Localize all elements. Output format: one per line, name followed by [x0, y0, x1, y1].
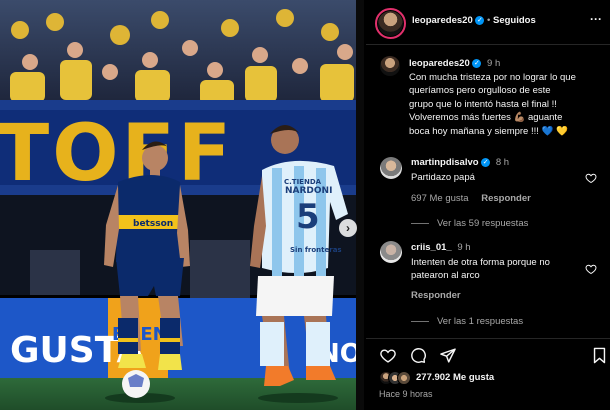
comment-username[interactable]: martinpdisalvo [411, 157, 479, 168]
comment-time: 9 h [457, 242, 471, 253]
verified-badge-icon: ✓ [475, 15, 485, 25]
banner-text: TOFF [0, 109, 234, 199]
post-image: TOFF GUSTA BUEN NOS betsson [0, 0, 364, 410]
post-side-panel: leoparedes20 ✓ • Seguidos ··· leoparedes… [366, 0, 610, 410]
view-replies-label: Ver las 59 respuestas [437, 218, 529, 229]
following-button[interactable]: Seguidos [493, 15, 536, 26]
caption-time: 9 h [487, 58, 501, 69]
view-replies-button[interactable]: Ver las 59 respuestas [411, 218, 528, 229]
comment-like-heart-icon[interactable] [585, 263, 597, 275]
racing-player-number: 5 [296, 197, 320, 237]
comment-avatar[interactable] [380, 241, 402, 263]
more-options-icon[interactable]: ··· [590, 12, 602, 26]
caption-line-5: boca hoy mañana y siempre !!! [409, 125, 539, 137]
comment-like-heart-icon[interactable] [585, 172, 597, 184]
likes-count[interactable]: 277.902 Me gusta [416, 372, 494, 383]
verified-badge-icon: ✓ [472, 58, 482, 68]
header-divider [366, 44, 610, 45]
comment-text: Partidazo papá [411, 172, 475, 183]
replies-divider-line [411, 222, 429, 224]
caption-line-4: Volveremos más fuertes 💪🏽 aguante [409, 112, 563, 124]
comment-avatar[interactable] [380, 157, 402, 179]
author-avatar[interactable] [375, 8, 406, 39]
replies-divider-line [411, 320, 429, 322]
liker-avatar [397, 371, 411, 385]
view-replies-button[interactable]: Ver las 1 respuestas [411, 316, 523, 327]
save-bookmark-icon[interactable] [592, 347, 607, 364]
caption-line-2: queríamos pero orgulloso de este [409, 85, 551, 97]
like-heart-icon[interactable] [379, 347, 397, 364]
header-username[interactable]: leoparedes20 [412, 15, 473, 26]
comment-username[interactable]: criis_01_ [411, 242, 452, 253]
racing-player-name: NARDONI [285, 186, 332, 196]
header-separator: • [487, 15, 491, 26]
view-replies-label: Ver las 1 respuestas [437, 316, 524, 327]
actions-divider [366, 338, 610, 339]
comment-reply-button[interactable]: Responder [411, 290, 461, 301]
caption-avatar[interactable] [380, 56, 400, 76]
verified-badge-icon: ✓ [481, 157, 491, 167]
comment-bubble-icon[interactable] [409, 347, 427, 364]
boca-sponsor-text: betsson [133, 219, 173, 229]
caption-username[interactable]: leoparedes20 [409, 58, 470, 69]
next-image-button[interactable]: › [339, 219, 357, 237]
comment-reply-button[interactable]: Responder [481, 193, 531, 204]
share-send-icon[interactable] [439, 347, 457, 364]
comment-text-line-2: patearon al arco [411, 270, 480, 281]
caption-heart-emojis: 💙 💛 [541, 125, 568, 137]
comment-time: 8 h [495, 157, 510, 168]
caption-line-3: grupo que lo intentó hasta el final !! [409, 98, 557, 110]
comment-like-count[interactable]: 697 Me gusta [411, 193, 469, 204]
racing-sponsor-text: Sin fronteras [290, 246, 342, 254]
post-timestamp: Hace 9 horas [379, 389, 433, 399]
chevron-right-icon: › [346, 221, 350, 235]
caption-line-1: Con mucha tristeza por no lograr lo que [409, 71, 576, 83]
comment-text-line-1: Intenten de otra forma porque no [411, 257, 550, 268]
racing-top-text: C.TIENDA [284, 178, 322, 186]
